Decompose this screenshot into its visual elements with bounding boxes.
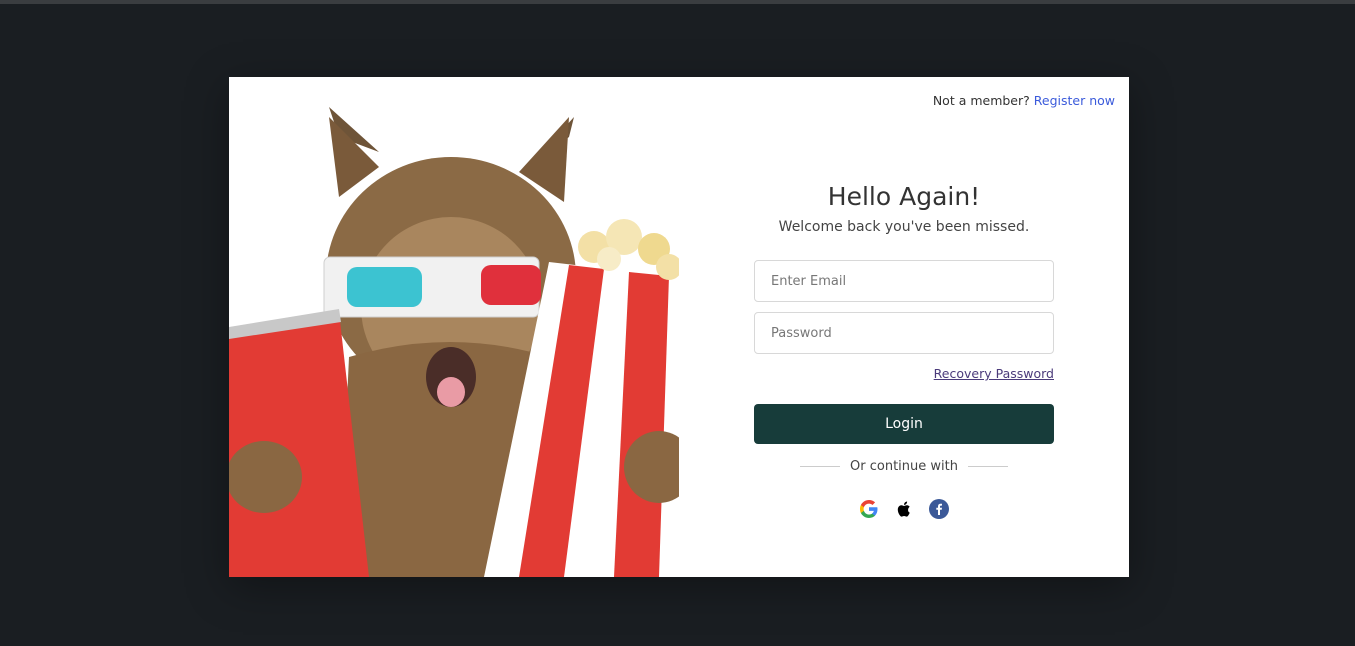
apple-icon[interactable]	[893, 498, 915, 520]
recovery-password-link[interactable]: Recovery Password	[934, 366, 1054, 381]
register-prompt: Not a member? Register now	[933, 93, 1115, 108]
continue-divider: Or continue with	[754, 459, 1054, 474]
facebook-icon[interactable]	[928, 498, 950, 520]
login-form: Hello Again! Welcome back you've been mi…	[754, 182, 1054, 519]
divider-line-left	[800, 466, 841, 467]
register-now-link[interactable]: Register now	[1034, 93, 1115, 108]
page-subtitle: Welcome back you've been missed.	[778, 219, 1030, 235]
page-title: Hello Again!	[827, 182, 981, 211]
divider-line-right	[967, 466, 1008, 467]
divider-text: Or continue with	[850, 459, 958, 474]
google-icon[interactable]	[858, 498, 880, 520]
password-field[interactable]	[754, 312, 1054, 354]
login-card: Not a member? Register now Hello Again! …	[229, 77, 1129, 577]
cat-with-popcorn-illustration	[229, 107, 679, 577]
login-button[interactable]: Login	[754, 404, 1054, 444]
window-top-bar	[0, 0, 1355, 4]
social-login-row	[754, 498, 1054, 520]
email-field[interactable]	[754, 260, 1054, 302]
hero-image	[229, 77, 679, 577]
register-prompt-text: Not a member?	[932, 93, 1030, 108]
